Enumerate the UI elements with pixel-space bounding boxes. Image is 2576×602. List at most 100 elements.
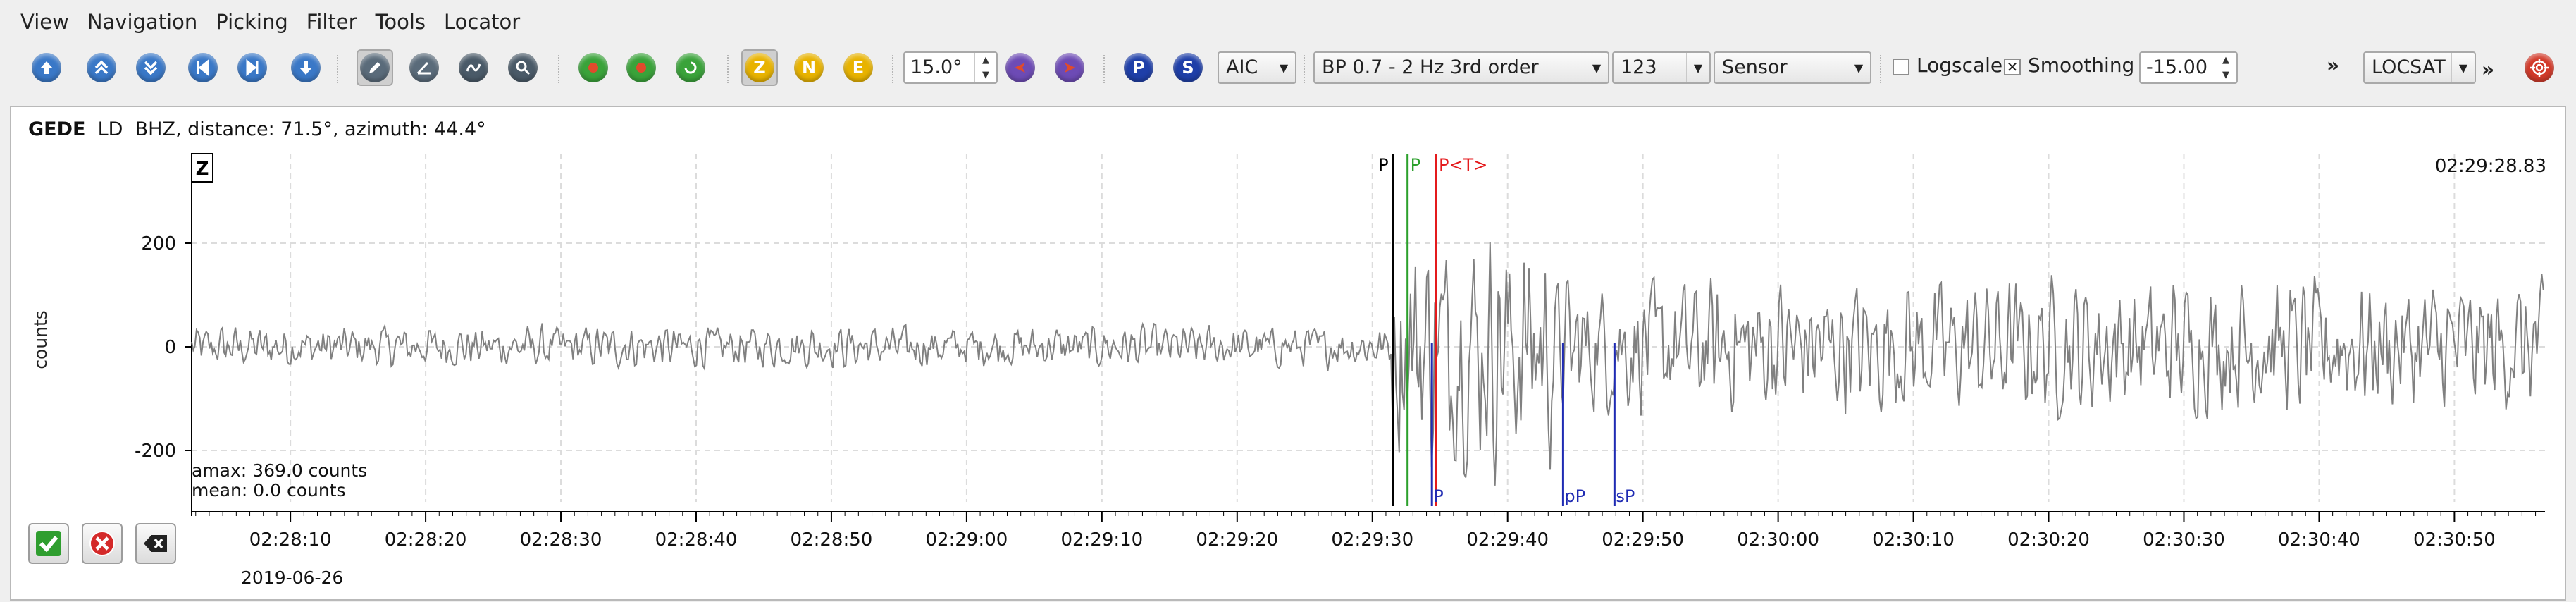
trace-panel: GEDE LD BHZ, distance: 71.5°, azimuth: 4… <box>10 106 2566 601</box>
theoretical-pick-label: sP <box>1616 486 1635 506</box>
channel-select[interactable]: 123 ▼ <box>1612 51 1711 84</box>
component-e-button[interactable]: E <box>840 49 877 86</box>
pick-p-button[interactable]: P <box>1120 49 1157 86</box>
x-tick-label: 02:29:00 <box>926 529 1008 551</box>
spin-up-icon[interactable]: ▲ <box>2215 53 2236 68</box>
menu-filter[interactable]: Filter <box>297 0 366 44</box>
toolbar-separator <box>1304 55 1306 83</box>
filter-select[interactable]: BP 0.7 - 2 Hz 3rd order ▼ <box>1313 51 1609 84</box>
rotate-back-icon <box>1055 53 1084 82</box>
spectrogram-icon <box>459 53 488 82</box>
rotate-back-button[interactable] <box>1051 49 1088 86</box>
arrow-up-icon <box>32 53 61 82</box>
go-to-s-pick-button[interactable] <box>623 49 660 86</box>
menu-picking[interactable]: Picking <box>206 0 297 44</box>
cursor-time: 02:29:28.83 <box>2435 156 2546 177</box>
x-tick-label: 02:30:20 <box>2007 529 2090 551</box>
pick-label: P <box>1378 155 1388 175</box>
toolbar-separator <box>558 55 561 83</box>
x-tick-label: 02:28:50 <box>791 529 873 551</box>
component-n-button[interactable]: N <box>791 49 827 86</box>
locator-overflow-icon[interactable]: » <box>2482 58 2494 81</box>
x-tick-label: 02:28:40 <box>655 529 738 551</box>
chevron-down-icon[interactable]: ▼ <box>1686 53 1709 82</box>
zoom-trace-button[interactable] <box>504 49 541 86</box>
toolbar: Z N E 15.0° ▲ ▼ P S AIC ▼ BP 0.7 - 2 Hz … <box>0 44 2576 92</box>
spin-arrows[interactable]: ▲ ▼ <box>2215 53 2236 82</box>
double-chevron-down-icon <box>136 53 166 82</box>
previous-trace-button[interactable] <box>83 49 120 86</box>
component-n-icon: N <box>794 53 824 82</box>
go-to-pick-button[interactable] <box>575 49 612 86</box>
trace-plot[interactable]: 200 0 -200 02:28:10 02:28:20 02:28:30 02:28:4… <box>11 107 2565 599</box>
picker-method-select[interactable]: AIC ▼ <box>1218 51 1296 84</box>
clear-button[interactable] <box>135 523 176 564</box>
x-tick-label: 02:29:40 <box>1466 529 1549 551</box>
close-icon <box>89 531 115 556</box>
menu-navigation[interactable]: Navigation <box>78 0 206 44</box>
spin-up-icon[interactable]: ▲ <box>975 53 996 68</box>
time-axis: 02:28:10 02:28:20 02:28:30 02:28:40 02:28:50… <box>192 511 2545 551</box>
menu-locator[interactable]: Locator <box>435 0 529 44</box>
checkmark-icon <box>36 531 61 556</box>
chevron-down-icon[interactable]: ▼ <box>2451 53 2475 82</box>
chevron-down-icon[interactable]: ▼ <box>1847 53 1870 82</box>
accept-button[interactable] <box>28 523 69 564</box>
scroll-left-button[interactable] <box>185 49 221 86</box>
spin-down-icon[interactable]: ▼ <box>2215 68 2236 82</box>
align-icon <box>676 53 705 82</box>
y-tick-label: 0 <box>164 337 176 358</box>
erase-icon <box>144 535 167 552</box>
menu-tools[interactable]: Tools <box>366 0 435 44</box>
next-trace-button[interactable] <box>132 49 169 86</box>
component-label: Z <box>196 159 209 180</box>
picker-method-value: AIC <box>1226 56 1258 78</box>
component-e-icon: E <box>843 53 873 82</box>
relocate-button[interactable] <box>2521 49 2558 86</box>
logscale-label: Logscale <box>1916 54 2003 77</box>
scroll-down-button[interactable] <box>287 49 324 86</box>
reject-button[interactable] <box>82 523 123 564</box>
skip-right-icon <box>237 53 267 82</box>
x-tick-label: 02:29:20 <box>1196 529 1278 551</box>
x-tick-label: 02:30:30 <box>2143 529 2225 551</box>
measure-button[interactable] <box>406 49 442 86</box>
angle-icon <box>409 53 439 82</box>
double-chevron-up-icon <box>87 53 116 82</box>
plot-grid <box>192 154 2545 502</box>
component-z-button[interactable]: Z <box>741 49 778 86</box>
spectrum-button[interactable] <box>455 49 492 86</box>
pick-mode-button[interactable] <box>357 49 393 86</box>
unit-select[interactable]: Sensor ▼ <box>1714 51 1871 84</box>
x-tick-label: 02:30:10 <box>1872 529 1955 551</box>
x-tick-label: 02:28:20 <box>385 529 467 551</box>
x-tick-label: 02:30:50 <box>2413 529 2496 551</box>
rotate-button[interactable] <box>1002 49 1039 86</box>
chevron-down-icon[interactable]: ▼ <box>1272 53 1295 82</box>
component-z-icon: Z <box>745 53 774 82</box>
locator-select[interactable]: LOCSAT ▼ <box>2363 51 2476 84</box>
spin-arrows[interactable]: ▲ ▼ <box>974 53 996 82</box>
toolbar-overflow-icon[interactable]: » <box>2327 54 2339 77</box>
filter-value: BP 0.7 - 2 Hz 3rd order <box>1322 56 1539 78</box>
amax-label: amax: 369.0 counts <box>192 460 367 481</box>
skip-left-icon <box>188 53 218 82</box>
pick-s-button[interactable]: S <box>1170 49 1206 86</box>
target-icon <box>2525 53 2554 82</box>
menu-view[interactable]: View <box>11 0 78 44</box>
toolbar-separator <box>1880 55 1883 83</box>
smoothing-offset-spinbox[interactable]: -15.00 ▲ ▼ <box>2139 51 2238 84</box>
scroll-right-button[interactable] <box>234 49 271 86</box>
align-button[interactable] <box>672 49 709 86</box>
smoothing-checkbox[interactable]: ✕ <box>2004 59 2021 75</box>
offset-value: -15.00 <box>2146 56 2208 78</box>
logscale-checkbox[interactable] <box>1893 59 1909 75</box>
unit-value: Sensor <box>1722 56 1788 78</box>
scroll-up-button[interactable] <box>28 49 65 86</box>
waveform-trace <box>191 242 2544 486</box>
arrow-down-icon <box>291 53 321 82</box>
y-tick-label: -200 <box>135 441 176 462</box>
rotation-spinbox[interactable]: 15.0° ▲ ▼ <box>903 51 998 84</box>
chevron-down-icon[interactable]: ▼ <box>1585 53 1608 82</box>
spin-down-icon[interactable]: ▼ <box>975 68 996 82</box>
